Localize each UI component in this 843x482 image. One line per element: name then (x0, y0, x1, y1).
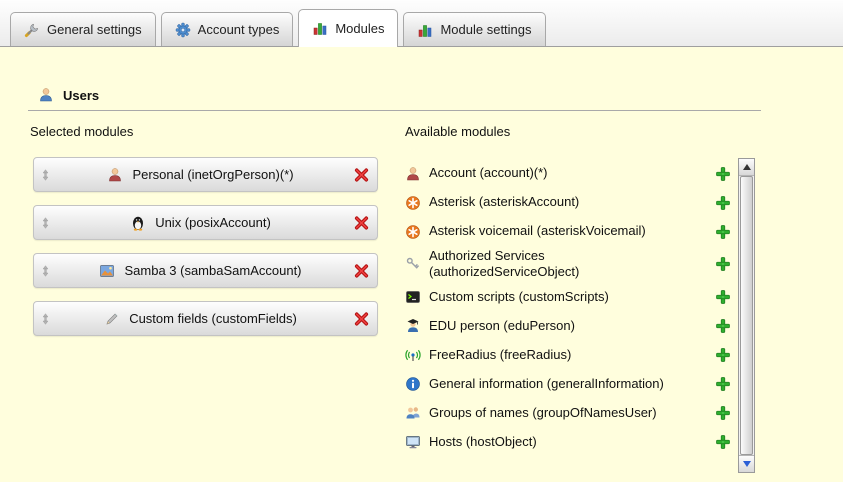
edu-person-icon (405, 318, 421, 334)
scroll-down-icon (743, 461, 751, 467)
available-module-row: EDU person (eduPerson) (405, 312, 737, 341)
add-module-button[interactable] (715, 318, 731, 334)
available-module-row: Asterisk voicemail (asteriskVoicemail) (405, 217, 737, 246)
available-modules-scrollbar[interactable] (738, 158, 755, 473)
selected-modules-heading: Selected modules (30, 124, 133, 139)
selected-module-row[interactable]: Samba 3 (sambaSamAccount) (33, 253, 378, 288)
remove-module-button[interactable] (353, 214, 370, 231)
remove-module-button[interactable] (353, 310, 370, 327)
asterisk-icon (405, 195, 421, 211)
selected-module-row[interactable]: Personal (inetOrgPerson)(*) (33, 157, 378, 192)
add-module-button[interactable] (715, 347, 731, 363)
tab-module-settings[interactable]: Module settings (403, 12, 545, 46)
section-divider (28, 110, 761, 111)
drag-handle-icon[interactable] (39, 264, 52, 277)
scroll-down-button[interactable] (739, 455, 754, 472)
penguin-icon (130, 215, 146, 231)
available-module-label: Custom scripts (customScripts) (421, 289, 692, 305)
available-module-label: Hosts (hostObject) (421, 434, 692, 450)
person-icon (107, 167, 123, 183)
tab-account-types[interactable]: Account types (161, 12, 294, 46)
selected-modules-list: Personal (inetOrgPerson)(*) Unix (posixA… (33, 157, 378, 349)
section-title: Users (63, 88, 99, 103)
asterisk-icon (405, 224, 421, 240)
selected-module-row[interactable]: Unix (posixAccount) (33, 205, 378, 240)
available-module-label: Asterisk (asteriskAccount) (421, 194, 692, 210)
section-header: Users (38, 87, 99, 103)
available-module-row: Asterisk (asteriskAccount) (405, 188, 737, 217)
selected-module-label: Unix (posixAccount) (155, 215, 271, 230)
wrench-icon (24, 22, 40, 38)
selected-module-row[interactable]: Custom fields (customFields) (33, 301, 378, 336)
modules-chart-icon (417, 22, 433, 38)
add-module-button[interactable] (715, 289, 731, 305)
gear-icon (175, 22, 191, 38)
add-module-button[interactable] (715, 224, 731, 240)
available-module-row: Custom scripts (customScripts) (405, 283, 737, 312)
available-module-row: Hosts (hostObject) (405, 428, 737, 457)
add-module-button[interactable] (715, 434, 731, 450)
modules-chart-icon (312, 20, 328, 36)
keys-icon (405, 256, 421, 272)
available-module-label: Authorized Services (authorizedServiceOb… (421, 248, 692, 281)
tab-general-settings[interactable]: General settings (10, 12, 156, 46)
add-module-button[interactable] (715, 195, 731, 211)
add-module-button[interactable] (715, 376, 731, 392)
available-modules-heading: Available modules (405, 124, 510, 139)
add-module-button[interactable] (715, 166, 731, 182)
add-module-button[interactable] (715, 256, 731, 272)
samba-picture-icon (99, 263, 115, 279)
antenna-icon (405, 347, 421, 363)
available-modules-list: Account (account)(*) Asterisk (asteriskA… (405, 159, 737, 457)
user-icon (38, 87, 54, 103)
selected-module-label: Samba 3 (sambaSamAccount) (124, 263, 301, 278)
scrollbar-thumb[interactable] (740, 176, 753, 455)
available-module-label: Groups of names (groupOfNamesUser) (421, 405, 692, 421)
drag-handle-icon[interactable] (39, 216, 52, 229)
available-module-row: Groups of names (groupOfNamesUser) (405, 399, 737, 428)
terminal-icon (405, 289, 421, 305)
remove-module-button[interactable] (353, 166, 370, 183)
available-module-label: General information (generalInformation) (421, 376, 692, 392)
scroll-up-icon (743, 164, 751, 170)
host-icon (405, 434, 421, 450)
tabbar: General settings Account types Modules M… (0, 0, 843, 47)
scroll-up-button[interactable] (739, 159, 754, 176)
available-module-label: EDU person (eduPerson) (421, 318, 692, 334)
selected-module-label: Custom fields (customFields) (129, 311, 297, 326)
group-icon (405, 405, 421, 421)
remove-module-button[interactable] (353, 262, 370, 279)
drag-handle-icon[interactable] (39, 312, 52, 325)
tab-modules[interactable]: Modules (298, 9, 398, 47)
available-module-label: Account (account)(*) (421, 165, 692, 181)
pencil-icon (104, 311, 120, 327)
available-module-label: FreeRadius (freeRadius) (421, 347, 692, 363)
available-module-row: FreeRadius (freeRadius) (405, 341, 737, 370)
info-icon (405, 376, 421, 392)
available-module-row: Account (account)(*) (405, 159, 737, 188)
add-module-button[interactable] (715, 405, 731, 421)
drag-handle-icon[interactable] (39, 168, 52, 181)
available-module-row: Authorized Services (authorizedServiceOb… (405, 246, 737, 283)
selected-module-label: Personal (inetOrgPerson)(*) (132, 167, 293, 182)
available-module-row: General information (generalInformation) (405, 370, 737, 399)
person-icon (405, 166, 421, 182)
available-module-label: Asterisk voicemail (asteriskVoicemail) (421, 223, 692, 239)
